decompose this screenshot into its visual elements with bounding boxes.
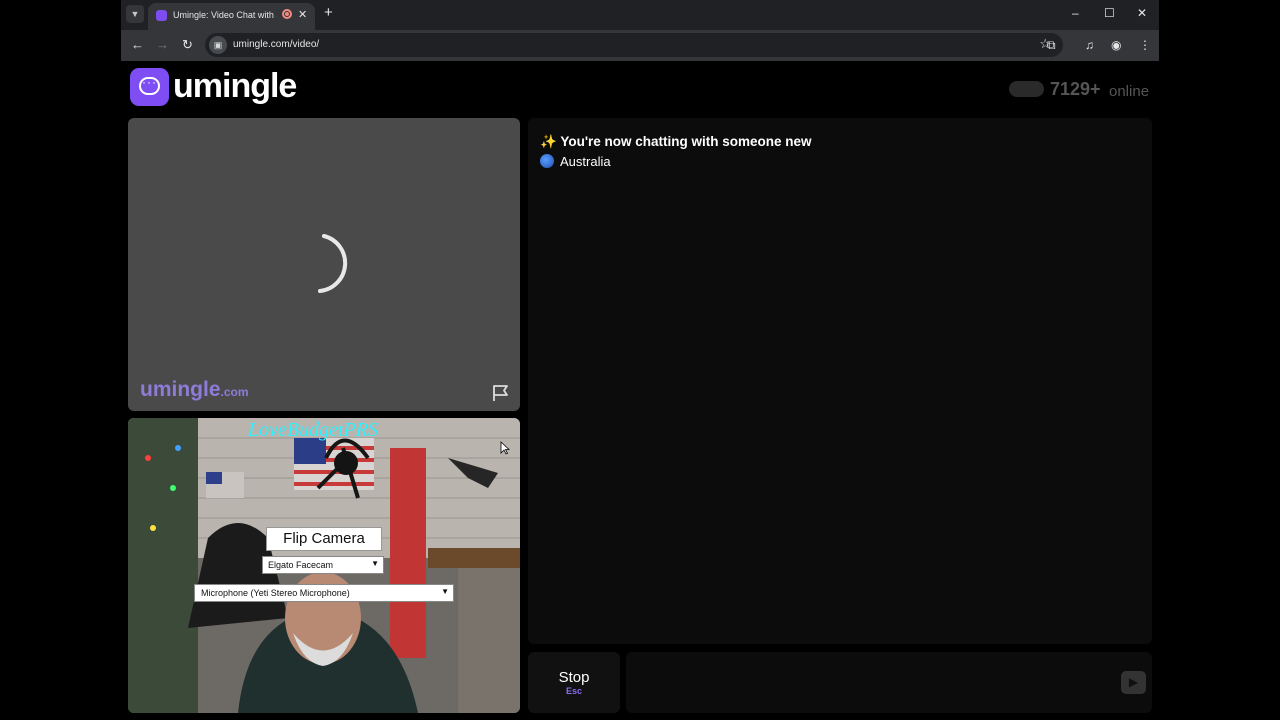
site-info-icon[interactable]: ▣ xyxy=(209,36,227,54)
minimize-button[interactable]: – xyxy=(1072,6,1079,20)
loading-spinner-icon xyxy=(318,234,348,293)
chevron-down-icon: ▼ xyxy=(371,559,379,568)
country-name: Australia xyxy=(560,154,611,169)
online-count: 7129+ xyxy=(1050,79,1101,99)
browser-tab[interactable]: Umingle: Video Chat with S ✕ xyxy=(148,3,315,30)
media-control-icon[interactable]: ♫ xyxy=(1085,38,1094,52)
stop-label: Stop xyxy=(558,669,590,686)
stop-button[interactable]: Stop Esc xyxy=(528,652,620,713)
forward-icon[interactable]: → xyxy=(156,37,169,53)
camera-select[interactable]: Elgato Facecam ▼ xyxy=(262,556,384,574)
new-tab-button[interactable]: + xyxy=(324,5,333,21)
tab-search-button[interactable]: ▼ xyxy=(126,5,144,23)
send-button[interactable]: ▶ xyxy=(1121,671,1146,694)
logo-chat-bubble-icon[interactable]: ··· xyxy=(130,68,169,106)
australia-flag-icon xyxy=(540,154,554,168)
favicon-icon xyxy=(156,10,167,21)
mouse-cursor-icon xyxy=(500,441,510,455)
umingle-page: ··· umingle 7129+ online umingle.com Lov… xyxy=(121,61,1159,720)
watermark-main: umingle xyxy=(140,378,221,401)
camera-select-value: Elgato Facecam xyxy=(268,560,334,570)
tab-close-button[interactable]: ✕ xyxy=(298,8,307,21)
watermark: umingle.com xyxy=(140,378,249,402)
chat-status-text: You're now chatting with someone new xyxy=(560,134,812,149)
microphone-select[interactable]: Microphone (Yeti Stereo Microphone) ▼ xyxy=(194,584,454,602)
chat-country-line: Australia xyxy=(540,154,611,169)
watermark-tld: .com xyxy=(220,385,249,399)
address-bar[interactable]: ▣ umingle.com/video/ ☆ xyxy=(205,33,1063,57)
online-label: online xyxy=(1109,83,1150,100)
back-icon[interactable]: ← xyxy=(131,37,144,53)
svg-text:LoveBudgetPRS: LoveBudgetPRS xyxy=(247,419,378,441)
report-flag-icon[interactable] xyxy=(491,383,511,403)
tab-strip: ▼ Umingle: Video Chat with S ✕ + – ☐ ✕ xyxy=(121,0,1159,30)
chat-status-message: ✨ You're now chatting with someone new xyxy=(540,134,812,150)
send-icon: ▶ xyxy=(1128,675,1139,689)
message-input[interactable] xyxy=(626,652,1152,713)
chevron-down-icon: ▼ xyxy=(441,587,449,596)
reload-icon[interactable]: ↻ xyxy=(182,37,193,53)
extensions-icon[interactable]: ⧉ xyxy=(1047,38,1056,53)
menu-icon[interactable]: ⋮ xyxy=(1139,38,1151,52)
tab-title: Umingle: Video Chat with S xyxy=(173,10,277,20)
logo-text[interactable]: umingle xyxy=(173,67,297,106)
stranger-video: umingle.com xyxy=(128,118,520,411)
close-window-button[interactable]: ✕ xyxy=(1137,6,1147,20)
recording-indicator-icon xyxy=(282,9,292,19)
sparkles-icon: ✨ xyxy=(540,134,557,149)
maximize-button[interactable]: ☐ xyxy=(1104,6,1115,20)
profile-icon[interactable]: ◉ xyxy=(1111,38,1121,52)
flip-camera-button[interactable]: Flip Camera xyxy=(266,527,382,551)
browser-window: ▼ Umingle: Video Chat with S ✕ + – ☐ ✕ ←… xyxy=(121,0,1159,720)
online-toggle[interactable] xyxy=(1009,81,1044,97)
self-video: LoveBudgetPRS Flip Camera Elgato Facecam… xyxy=(128,418,520,713)
stop-shortcut-hint: Esc xyxy=(565,686,582,696)
microphone-select-value: Microphone (Yeti Stereo Microphone) xyxy=(201,588,350,598)
url-text[interactable]: umingle.com/video/ xyxy=(233,39,319,50)
browser-toolbar: ← → ↻ ▣ umingle.com/video/ ☆ ⧉ ♫ ◉ ⋮ xyxy=(121,30,1159,61)
chat-panel: ✨ You're now chatting with someone new A… xyxy=(528,118,1152,644)
